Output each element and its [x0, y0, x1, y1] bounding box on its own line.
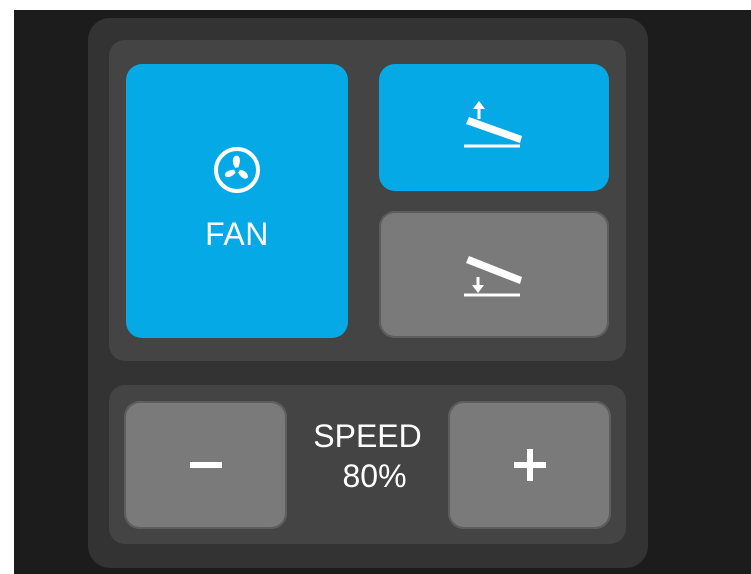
increase-speed-button[interactable] — [448, 401, 611, 529]
plus-icon — [513, 449, 546, 481]
speed-value: 80% — [342, 458, 407, 494]
recline-up-button[interactable] — [379, 64, 609, 191]
speed-readout: SPEED 80% — [290, 416, 445, 496]
recline-up-icon — [464, 100, 522, 147]
fan-label: FAN — [205, 215, 269, 252]
speed-label: SPEED — [313, 418, 422, 454]
decrease-speed-button[interactable] — [124, 401, 287, 529]
recline-down-button[interactable] — [379, 211, 609, 338]
fan-icon — [214, 146, 260, 193]
fan-button[interactable]: FAN — [126, 64, 348, 338]
minus-icon — [189, 462, 222, 468]
recline-down-icon — [464, 255, 522, 296]
